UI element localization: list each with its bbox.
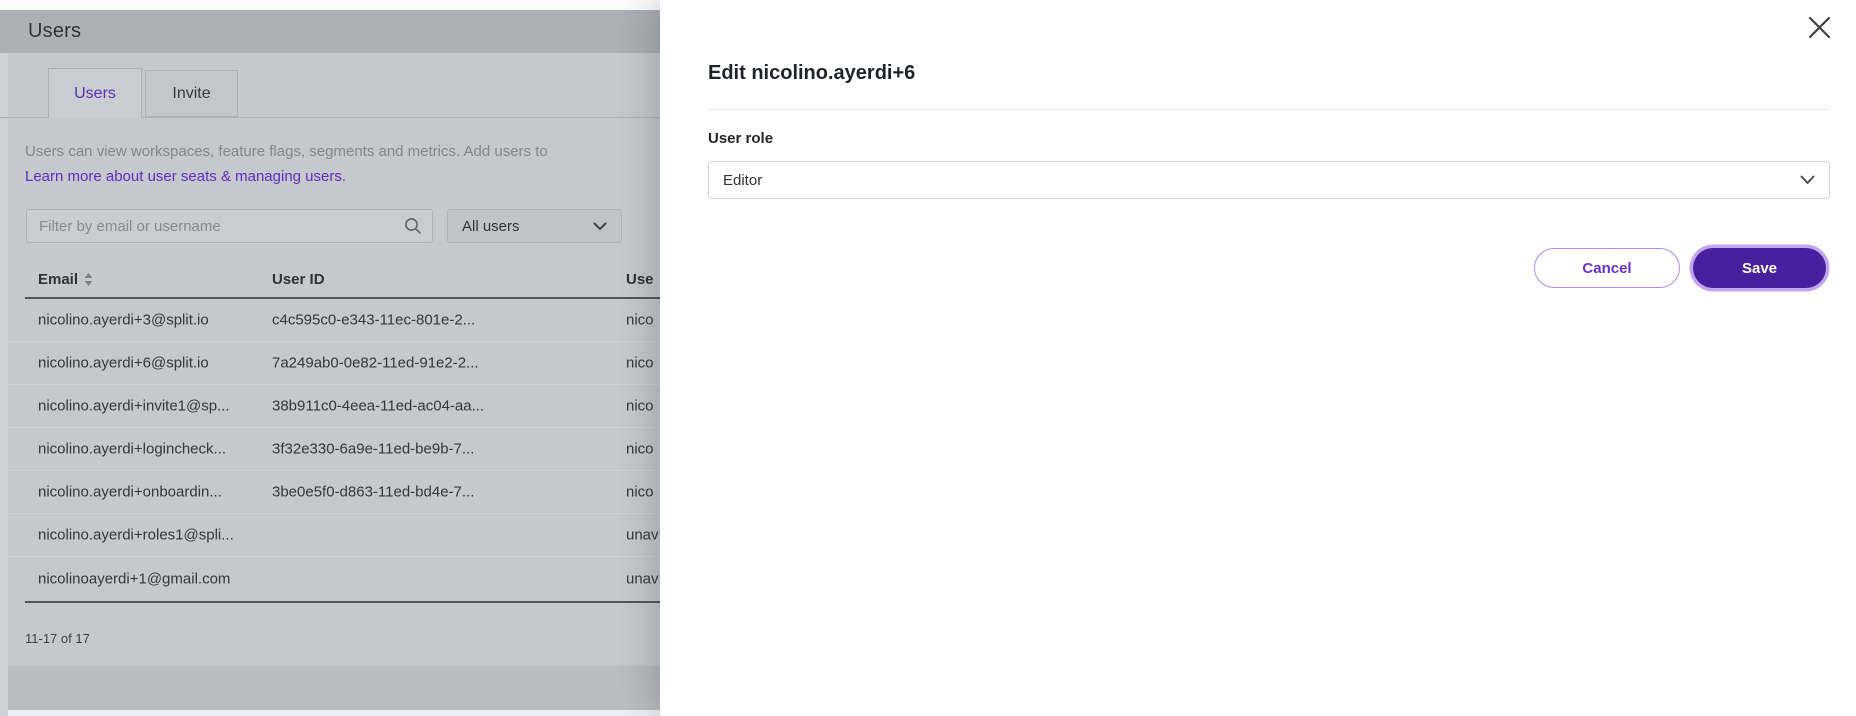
modal-title: Edit nicolino.ayerdi+6: [708, 62, 915, 85]
cell-email: nicolino.ayerdi+3@split.io: [38, 312, 209, 329]
tab-users[interactable]: Users: [48, 68, 142, 118]
filter-field-wrap: [26, 209, 433, 243]
close-icon: [1808, 16, 1831, 39]
user-scope-select[interactable]: All users: [447, 209, 622, 243]
edit-user-modal: Edit nicolino.ayerdi+6 User role Editor …: [660, 0, 1856, 716]
cell-user: unav: [626, 570, 659, 587]
cell-userid: 7a249ab0-0e82-11ed-91e2-2...: [272, 355, 479, 372]
cell-email: nicolino.ayerdi+roles1@spli...: [38, 527, 234, 544]
modal-divider: [708, 109, 1830, 110]
cell-userid: 3f32e330-6a9e-11ed-be9b-7...: [272, 441, 474, 458]
cell-email: nicolino.ayerdi+6@split.io: [38, 355, 209, 372]
user-role-select[interactable]: Editor: [708, 161, 1830, 199]
user-scope-selected: All users: [462, 218, 593, 235]
cell-email: nicolino.ayerdi+onboardin...: [38, 484, 222, 501]
users-page-dimmed: Users Users Invite Users can view worksp…: [0, 0, 660, 716]
chevron-down-icon: [593, 222, 607, 231]
sort-icon: [84, 273, 93, 286]
search-icon: [404, 217, 422, 235]
save-button[interactable]: Save: [1693, 248, 1826, 288]
table-row[interactable]: nicolino.ayerdi+onboardin... 3be0e5f0-d8…: [0, 471, 660, 514]
table-bottom-border: [25, 601, 660, 603]
cell-user: nico: [626, 398, 654, 415]
tab-users-label: Users: [74, 85, 116, 103]
cell-email: nicolino.ayerdi+invite1@sp...: [38, 398, 230, 415]
user-role-selected: Editor: [723, 172, 1800, 189]
users-description: Users can view workspaces, feature flags…: [25, 139, 660, 189]
cancel-button[interactable]: Cancel: [1534, 248, 1680, 288]
column-header-email-label: Email: [38, 271, 78, 288]
top-margin: [0, 0, 660, 10]
user-role-label: User role: [708, 130, 773, 147]
page-footer-strip: [8, 666, 660, 710]
cell-user: nico: [626, 312, 654, 329]
filter-input[interactable]: [27, 210, 404, 242]
chevron-down-icon: [1800, 175, 1815, 185]
close-button[interactable]: [1805, 13, 1833, 41]
column-header-user-label: Use: [626, 271, 654, 288]
users-description-text: Users can view workspaces, feature flags…: [25, 143, 548, 160]
table-row[interactable]: nicolino.ayerdi+logincheck... 3f32e330-6…: [0, 428, 660, 471]
cell-user: nico: [626, 355, 654, 372]
cell-email: nicolino.ayerdi+logincheck...: [38, 441, 226, 458]
page-title: Users: [28, 20, 81, 43]
table-header-row: Email User ID Use: [0, 265, 660, 297]
cell-userid: c4c595c0-e343-11ec-801e-2...: [272, 312, 475, 329]
page-header: Users: [0, 10, 660, 53]
table-row[interactable]: nicolinoayerdi+1@gmail.com unav: [0, 557, 660, 600]
tab-invite[interactable]: Invite: [145, 70, 238, 117]
column-header-userid-label: User ID: [272, 271, 325, 288]
cell-email: nicolinoayerdi+1@gmail.com: [38, 570, 230, 587]
cell-user: unav: [626, 527, 659, 544]
cell-userid: 38b911c0-4eea-11ed-ac04-aa...: [272, 398, 484, 415]
table-row[interactable]: nicolino.ayerdi+invite1@sp... 38b911c0-4…: [0, 385, 660, 428]
page-bottom-edge: [8, 710, 660, 716]
column-header-userid: User ID: [272, 271, 325, 288]
table-row[interactable]: nicolino.ayerdi+roles1@spli... unav: [0, 514, 660, 557]
learn-more-link[interactable]: Learn more about user seats & managing u…: [25, 164, 660, 189]
column-header-email[interactable]: Email: [38, 271, 93, 288]
pagination-status: 11-17 of 17: [25, 631, 90, 646]
tab-invite-label: Invite: [172, 85, 210, 103]
column-header-user: Use: [626, 271, 654, 288]
cell-user: nico: [626, 484, 654, 501]
modal-actions: Cancel Save: [1534, 248, 1830, 288]
table-row[interactable]: nicolino.ayerdi+3@split.io c4c595c0-e343…: [0, 299, 660, 342]
table-row[interactable]: nicolino.ayerdi+6@split.io 7a249ab0-0e82…: [0, 342, 660, 385]
cell-userid: 3be0e5f0-d863-11ed-bd4e-7...: [272, 484, 474, 501]
cell-user: nico: [626, 441, 654, 458]
